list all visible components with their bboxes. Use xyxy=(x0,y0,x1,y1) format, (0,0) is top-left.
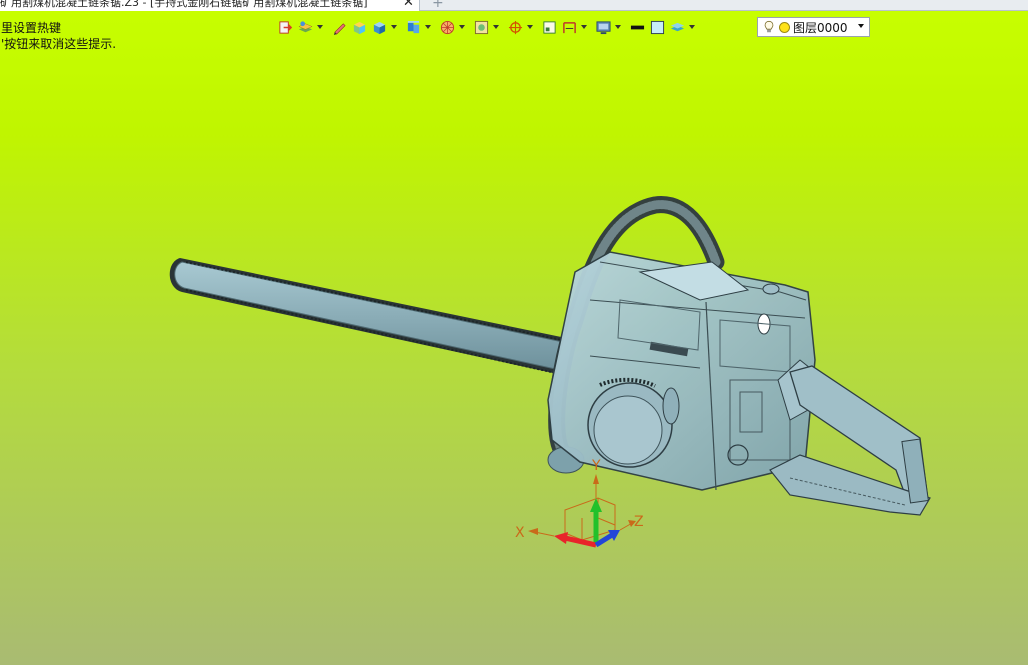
screen-view-icon[interactable] xyxy=(594,18,612,36)
axis-label-y: Y xyxy=(591,458,601,474)
chainsaw-engine-body xyxy=(547,251,816,491)
layer-visibility-icon[interactable] xyxy=(668,18,686,36)
dimension-icon[interactable] xyxy=(560,18,578,36)
fill-color-icon[interactable] xyxy=(648,18,666,36)
snap-target-icon[interactable] xyxy=(506,18,524,36)
lightbulb-icon xyxy=(764,20,774,33)
shaded-box-icon[interactable] xyxy=(350,18,368,36)
layer-current-value: 图层0000 xyxy=(793,20,848,35)
layer-stack-dropdown-arrow[interactable] xyxy=(316,18,324,36)
solid-box-dropdown-arrow[interactable] xyxy=(390,18,398,36)
model-viewport[interactable]: Y X Z xyxy=(0,0,1028,665)
line-color-icon[interactable] xyxy=(628,18,646,36)
screen-view-dropdown-arrow[interactable] xyxy=(614,18,622,36)
layer-stack-icon[interactable] xyxy=(296,18,314,36)
display-frame-icon[interactable] xyxy=(472,18,490,36)
exit-icon[interactable] xyxy=(276,18,294,36)
layer-visibility-dropdown-arrow[interactable] xyxy=(688,18,696,36)
main-toolbar xyxy=(276,17,702,37)
pen-icon[interactable] xyxy=(330,18,348,36)
solid-box-icon[interactable] xyxy=(370,18,388,36)
view-cube-icon[interactable] xyxy=(404,18,422,36)
snap-target-dropdown-arrow[interactable] xyxy=(526,18,534,36)
render-sphere-icon[interactable] xyxy=(438,18,456,36)
layer-color-swatch xyxy=(779,21,790,33)
work-plane-icon[interactable] xyxy=(540,18,558,36)
chainsaw-guide-bar xyxy=(169,258,566,375)
render-sphere-dropdown-arrow[interactable] xyxy=(458,18,466,36)
view-cube-dropdown-arrow[interactable] xyxy=(424,18,432,36)
chevron-down-icon xyxy=(858,24,864,28)
axis-label-x: X xyxy=(515,525,525,541)
axis-label-z: Z xyxy=(634,514,644,530)
dimension-dropdown-arrow[interactable] xyxy=(580,18,588,36)
layer-select[interactable]: 图层0000 xyxy=(757,17,870,37)
display-frame-dropdown-arrow[interactable] xyxy=(492,18,500,36)
